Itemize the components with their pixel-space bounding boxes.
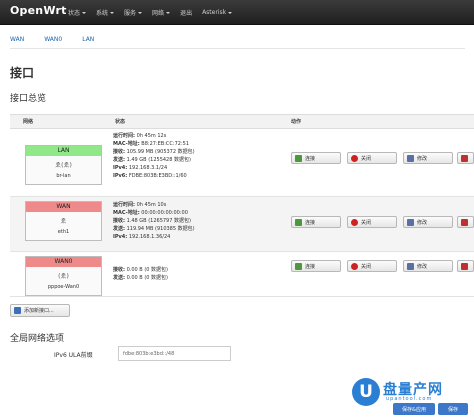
reconnect-icon: [295, 154, 302, 162]
ethernet-icon: (ゑ): [58, 273, 69, 280]
interface-status: 运行时间: 0h 45m 12s MAC-地址: B8:27:EB:CC:72:…: [113, 133, 195, 179]
table-row: LAN ゑ(ゑ) br-lan 运行时间: 0h 45m 12s MAC-地址:…: [10, 129, 474, 197]
chevron-down-icon: [82, 11, 87, 14]
reconnect-button[interactable]: 连接: [291, 152, 341, 164]
edit-button[interactable]: 修改: [403, 216, 453, 228]
interface-status: 运行时间: 0h 45m 10s MAC-地址: 00:00:00:00:00:…: [113, 202, 195, 240]
table-header: 网络 状态 动作: [10, 115, 474, 129]
interface-name: WAN: [26, 202, 101, 212]
delete-icon: [461, 262, 468, 270]
chevron-down-icon: [166, 11, 171, 14]
page-title: 接口: [10, 66, 35, 80]
delete-button[interactable]: [457, 216, 474, 228]
brand-logo[interactable]: OpenWrt: [10, 4, 67, 17]
section-title: 接口总览: [10, 94, 47, 104]
table-row: WAN0 (ゑ) pppoe-Wan0 接收: 0.00 B (0 数据包) 发…: [10, 252, 474, 297]
edit-button[interactable]: 修改: [403, 152, 453, 164]
chevron-down-icon: [138, 11, 143, 14]
tabs-divider: [10, 48, 465, 49]
ula-prefix-label: IPv6 ULA前缀: [54, 352, 93, 359]
reconnect-button[interactable]: 连接: [291, 216, 341, 228]
edit-icon: [407, 154, 414, 162]
interface-device: pppoe-Wan0: [47, 284, 80, 290]
watermark-logo: U: [352, 378, 380, 406]
edit-icon: [407, 218, 414, 226]
interface-device: eth1: [57, 229, 70, 235]
header-actions: 动作: [291, 119, 302, 125]
stop-icon: [351, 218, 358, 226]
add-icon: [14, 307, 21, 314]
edit-button[interactable]: 修改: [403, 260, 453, 272]
openwrt-interfaces-page: OpenWrt 状态 系统 服务 网络 退出 Asterisk WAN WAN0…: [0, 0, 474, 420]
menu-logout[interactable]: 退出: [175, 0, 197, 25]
main-menu: 状态 系统 服务 网络 退出 Asterisk: [63, 0, 237, 25]
interface-status: 接收: 0.00 B (0 数据包) 发送: 0.00 B (0 数据包): [113, 267, 169, 281]
ethernet-icon: ゑ: [60, 218, 67, 225]
menu-system[interactable]: 系统: [91, 0, 119, 25]
menu-network[interactable]: 网络: [147, 0, 175, 25]
chevron-down-icon: [110, 11, 115, 14]
interface-name: LAN: [26, 146, 101, 156]
interface-badge-wan0: WAN0 (ゑ) pppoe-Wan0: [25, 256, 102, 296]
save-apply-button[interactable]: 保存&应用: [393, 403, 435, 415]
delete-icon: [461, 218, 468, 226]
chevron-down-icon: [228, 11, 233, 14]
top-navbar: OpenWrt 状态 系统 服务 网络 退出 Asterisk: [0, 0, 474, 25]
interface-badge-wan: WAN ゑ eth1: [25, 201, 102, 241]
shutdown-button[interactable]: 关闭: [347, 152, 397, 164]
header-network: 网络: [23, 119, 34, 125]
interfaces-table: 网络 状态 动作 LAN ゑ(ゑ) br-lan 运行时间: 0h 45m 12…: [10, 114, 474, 297]
interface-name: WAN0: [26, 257, 101, 267]
ethernet-icon: ゑ(ゑ): [55, 162, 72, 169]
delete-button[interactable]: [457, 152, 474, 164]
delete-button[interactable]: [457, 260, 474, 272]
interface-device: br-lan: [56, 173, 71, 179]
menu-services[interactable]: 服务: [119, 0, 147, 25]
watermark-subtitle: upantool.com: [386, 396, 433, 402]
interface-badge-lan: LAN ゑ(ゑ) br-lan: [25, 145, 102, 185]
header-status: 状态: [115, 119, 126, 125]
ula-prefix-input[interactable]: [118, 346, 231, 361]
tab-lan[interactable]: LAN: [82, 36, 94, 43]
reconnect-icon: [295, 262, 302, 270]
global-options-title: 全局网络选项: [10, 334, 65, 344]
interface-tabs: WAN WAN0 LAN: [10, 36, 114, 43]
stop-icon: [351, 154, 358, 162]
add-interface-button[interactable]: 添加新接口...: [10, 304, 70, 317]
save-button[interactable]: 保存: [438, 403, 468, 415]
delete-icon: [461, 154, 468, 162]
table-row: WAN ゑ eth1 运行时间: 0h 45m 10s MAC-地址: 00:0…: [10, 197, 474, 252]
menu-asterisk[interactable]: Asterisk: [197, 0, 237, 25]
shutdown-button[interactable]: 关闭: [347, 216, 397, 228]
tab-wan0[interactable]: WAN0: [44, 36, 62, 43]
reconnect-button[interactable]: 连接: [291, 260, 341, 272]
menu-status[interactable]: 状态: [63, 0, 91, 25]
edit-icon: [407, 262, 414, 270]
tab-wan[interactable]: WAN: [10, 36, 24, 43]
shutdown-button[interactable]: 关闭: [347, 260, 397, 272]
stop-icon: [351, 262, 358, 270]
reconnect-icon: [295, 218, 302, 226]
